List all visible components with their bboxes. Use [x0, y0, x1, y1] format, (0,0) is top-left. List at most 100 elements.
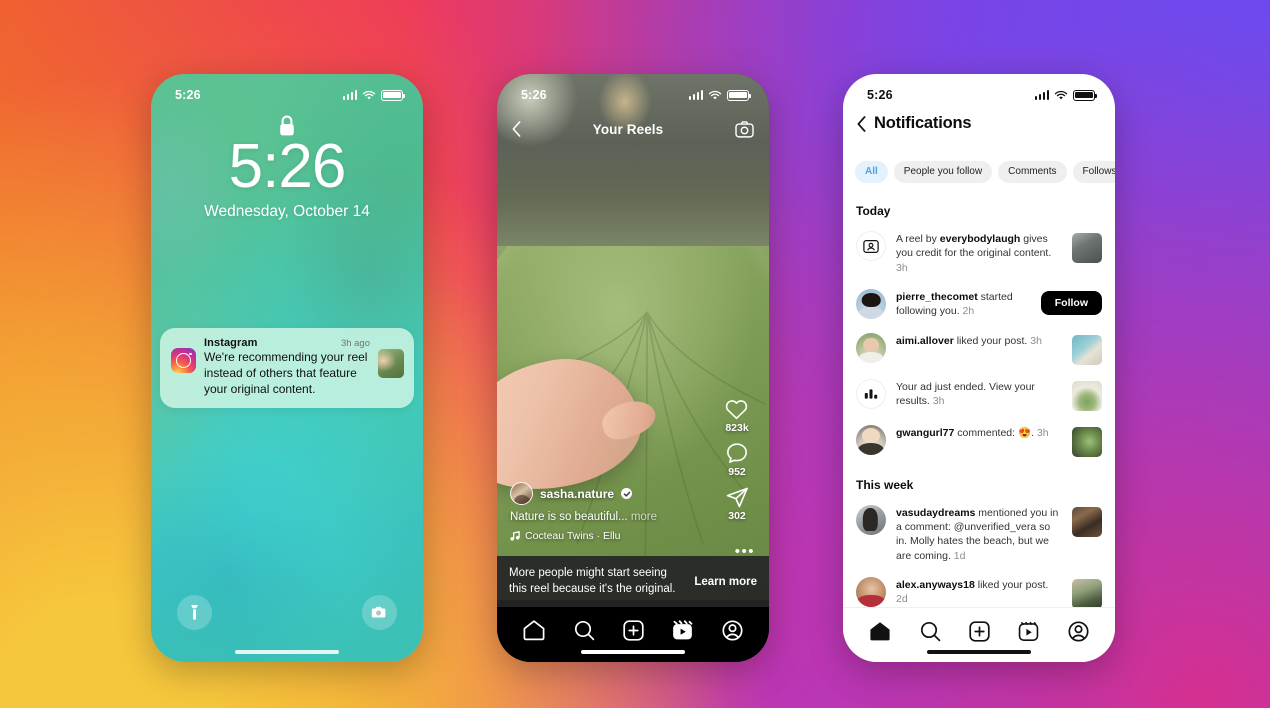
- share-action[interactable]: 302: [726, 487, 749, 522]
- home-indicator: [235, 649, 339, 654]
- section-header-today: Today: [856, 204, 891, 218]
- notification-thumbnail: [378, 349, 404, 378]
- timestamp: 3h: [1030, 334, 1042, 347]
- notification-message: We're recommending your reel instead of …: [204, 350, 368, 396]
- comment-icon: [727, 443, 747, 463]
- notification-body: Instagram 3h ago We're recommending your…: [204, 337, 370, 397]
- comment-action[interactable]: 952: [726, 443, 748, 478]
- status-time: 5:26: [867, 88, 893, 102]
- create-icon[interactable]: [969, 620, 990, 642]
- text-suffix: commented: 😍.: [954, 426, 1034, 439]
- reels-title: Your Reels: [592, 121, 664, 137]
- like-action[interactable]: 823k: [725, 399, 749, 434]
- avatar[interactable]: [856, 424, 886, 455]
- list-item[interactable]: alex.anyways18 liked your post. 2d: [853, 570, 1105, 607]
- reels-icon[interactable]: [672, 620, 693, 641]
- notification-header: Instagram 3h ago: [204, 337, 370, 349]
- reels-icon[interactable]: [1018, 621, 1039, 642]
- lock-date: Wednesday, October 14: [204, 203, 370, 221]
- chart-badge-icon: [856, 378, 886, 409]
- search-icon[interactable]: [920, 621, 941, 642]
- reel-author-row[interactable]: sasha.nature: [510, 482, 710, 505]
- reel-caption[interactable]: Nature is so beautiful... more: [510, 511, 710, 523]
- chevron-left-icon[interactable]: [857, 115, 866, 132]
- credit-badge-icon: [856, 231, 886, 261]
- notification-text: pierre_thecomet started following you. 2…: [896, 289, 1031, 319]
- list-item[interactable]: aimi.allover liked your post. 3h: [853, 326, 1105, 372]
- learn-more-button[interactable]: Learn more: [694, 576, 757, 588]
- follow-button[interactable]: Follow: [1040, 290, 1102, 316]
- filter-chip-follows[interactable]: Follows: [1072, 161, 1115, 183]
- phone-notifications-screen: 5:26 Notifications All People you follow…: [843, 74, 1115, 662]
- notification-timestamp: 3h ago: [340, 338, 370, 349]
- chevron-left-icon[interactable]: [512, 121, 521, 137]
- username[interactable]: alex.anyways18: [896, 579, 975, 591]
- post-thumbnail[interactable]: [1072, 334, 1102, 365]
- username[interactable]: gwangurl77: [896, 427, 954, 439]
- list-item[interactable]: A reel by everybodylaugh gives you credi…: [853, 224, 1105, 282]
- list-item[interactable]: gwangurl77 commented: 😍. 3h: [853, 418, 1105, 464]
- profile-icon[interactable]: [1068, 620, 1089, 642]
- heart-icon: [726, 400, 748, 420]
- post-thumbnail[interactable]: [1072, 426, 1102, 457]
- lock-clock: 5:26 Wednesday, October 14: [151, 132, 423, 221]
- text-prefix: A reel by: [896, 233, 940, 245]
- notification-text: Your ad just ended. View your results. 3…: [896, 379, 1062, 409]
- section-header-this-week: This week: [856, 477, 914, 492]
- avatar[interactable]: [856, 288, 886, 319]
- reel-caption-more[interactable]: more: [631, 511, 657, 523]
- profile-icon[interactable]: [722, 620, 743, 641]
- reel-audio-row[interactable]: Cocteau Twins · Ellu: [510, 530, 710, 542]
- reel-caption-text: Nature is so beautiful...: [510, 511, 628, 523]
- status-bar-lock: 5:26: [151, 74, 423, 108]
- avatar[interactable]: [856, 332, 886, 363]
- avatar[interactable]: [856, 576, 886, 607]
- create-icon[interactable]: [623, 620, 644, 641]
- signal-bars-icon: [342, 90, 357, 100]
- status-bar-reels: 5:26: [497, 74, 769, 108]
- flashlight-button[interactable]: [177, 595, 212, 630]
- page-title: Notifications: [874, 114, 972, 132]
- filter-chip-people-you-follow[interactable]: People you follow: [893, 161, 993, 183]
- status-indicators: [1034, 89, 1098, 101]
- home-icon[interactable]: [523, 620, 545, 641]
- signal-bars-icon: [1034, 90, 1049, 100]
- camera-icon[interactable]: [735, 120, 754, 138]
- lock-time: 5:26: [228, 132, 347, 201]
- username[interactable]: everybodylaugh: [940, 233, 1021, 245]
- notifications-list[interactable]: Today A reel by everybodylaugh gives you…: [843, 194, 1115, 607]
- post-thumbnail[interactable]: [1072, 506, 1102, 537]
- post-thumbnail[interactable]: [1072, 233, 1102, 263]
- camera-button[interactable]: [362, 595, 397, 630]
- list-item[interactable]: pierre_thecomet started following you. 2…: [853, 282, 1105, 326]
- avatar[interactable]: [856, 504, 886, 535]
- username[interactable]: vasudaydreams: [896, 507, 975, 519]
- share-icon: [726, 487, 748, 508]
- list-item[interactable]: vasudaydreams mentioned you in a comment…: [853, 498, 1105, 570]
- notification-text: gwangurl77 commented: 😍. 3h: [896, 425, 1062, 440]
- instagram-notification-card[interactable]: Instagram 3h ago We're recommending your…: [160, 328, 414, 409]
- post-thumbnail[interactable]: [1072, 578, 1102, 607]
- filter-chip-comments[interactable]: Comments: [998, 161, 1067, 183]
- text-suffix: Your ad just ended. View your results.: [896, 380, 1035, 408]
- reels-metadata: sasha.nature Nature is so beautiful... m…: [510, 482, 710, 542]
- notification-text: alex.anyways18 liked your post. 2d: [896, 577, 1062, 607]
- home-indicator: [927, 649, 1031, 654]
- post-thumbnail[interactable]: [1072, 380, 1102, 411]
- reels-screen: 5:26 Your Reels 823k 952 302 sasha.natur…: [497, 74, 769, 662]
- verified-badge-icon: [621, 488, 633, 499]
- reels-header: Your Reels: [497, 114, 769, 144]
- username[interactable]: pierre_thecomet: [896, 291, 978, 303]
- username[interactable]: aimi.allover: [896, 335, 954, 347]
- like-count: 823k: [725, 422, 749, 434]
- reel-audio-title: Cocteau Twins · Ellu: [525, 530, 621, 542]
- list-item[interactable]: Your ad just ended. View your results. 3…: [853, 372, 1105, 418]
- search-icon[interactable]: [574, 620, 595, 641]
- share-count: 302: [728, 510, 746, 522]
- home-icon[interactable]: [869, 621, 891, 642]
- filter-chip-all[interactable]: All: [855, 161, 888, 183]
- battery-icon: [381, 89, 406, 101]
- timestamp: 3h: [896, 261, 908, 274]
- lock-screen: 5:26 5:26 Wednesday, October 14 Instagra…: [151, 74, 423, 662]
- status-time: 5:26: [521, 88, 547, 102]
